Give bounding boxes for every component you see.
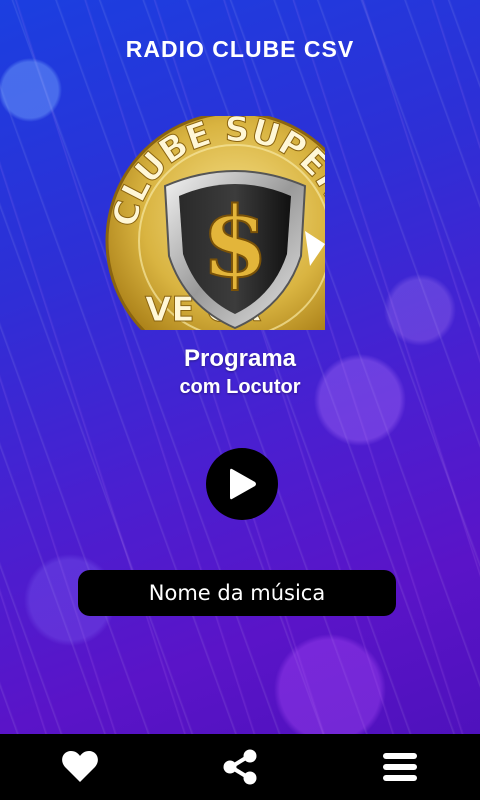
share-button[interactable] [200, 734, 280, 800]
program-info: Programa com Locutor [0, 344, 480, 400]
heart-icon [62, 751, 98, 782]
song-title-box: Nome da música [78, 570, 396, 616]
play-button[interactable] [206, 448, 278, 520]
program-name: Programa [183, 345, 297, 372]
station-logo: CLUBE SUPER VE OR $ [105, 116, 325, 330]
dollar-symbol: $ [202, 186, 269, 299]
favorite-button[interactable] [40, 734, 120, 800]
menu-icon [383, 753, 417, 781]
menu-button[interactable] [360, 734, 440, 800]
play-icon [230, 468, 256, 500]
song-title: Nome da música [148, 581, 326, 605]
bottom-navigation [0, 734, 480, 800]
app-title: RADIO CLUBE CSV [125, 36, 355, 62]
share-icon [223, 749, 257, 785]
program-host: com Locutor [179, 376, 301, 398]
